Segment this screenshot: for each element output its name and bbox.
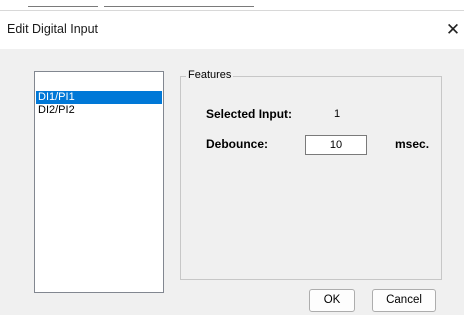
background-divider (104, 6, 254, 7)
debounce-unit-label: msec. (395, 137, 430, 151)
features-group-title: Features (186, 69, 234, 81)
features-groupbox: Features Selected Input: 1 Debounce: mse… (180, 69, 442, 280)
close-icon: ✕ (445, 20, 461, 39)
selected-input-value: 1 (334, 108, 341, 120)
edit-digital-input-dialog: Edit Digital Input ✕ DI1/PI1 DI2/PI2 Fea… (0, 10, 464, 315)
ok-button[interactable]: OK (309, 289, 355, 312)
title-bar: Edit Digital Input ✕ (0, 11, 464, 49)
background-window-strip (0, 0, 464, 10)
digital-input-listbox[interactable]: DI1/PI1 DI2/PI2 (34, 71, 164, 293)
selected-input-label: Selected Input: (206, 107, 293, 121)
background-divider (28, 6, 98, 7)
debounce-input[interactable] (305, 135, 367, 155)
cancel-button[interactable]: Cancel (372, 289, 436, 312)
list-item-di2-pi2[interactable]: DI2/PI2 (36, 104, 162, 117)
debounce-label: Debounce: (206, 137, 269, 151)
dialog-title: Edit Digital Input (7, 22, 99, 36)
list-item-di1-pi1[interactable]: DI1/PI1 (36, 91, 162, 104)
close-button[interactable]: ✕ (442, 17, 464, 43)
